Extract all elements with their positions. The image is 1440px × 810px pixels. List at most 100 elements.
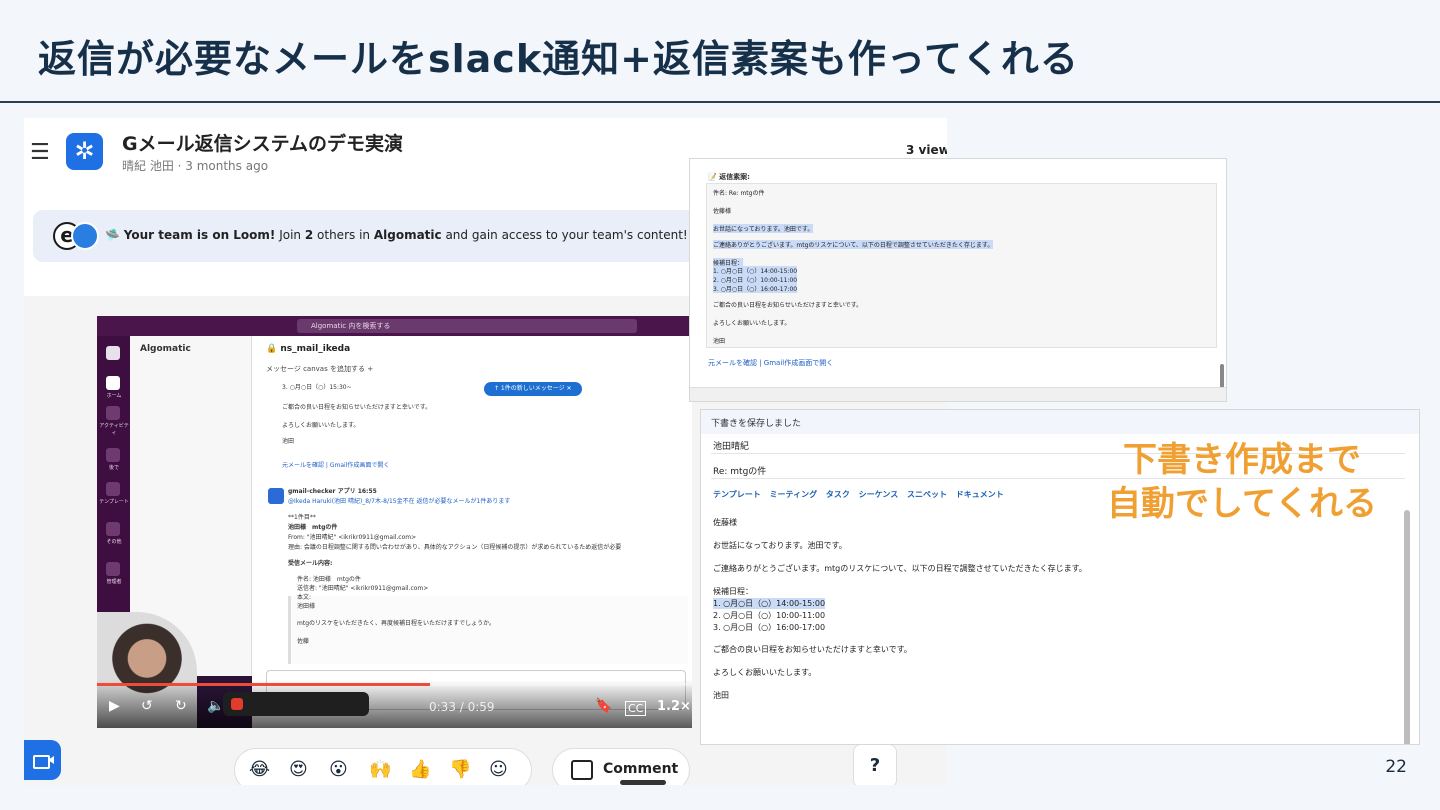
forward-icon[interactable]: ↻ [175, 698, 187, 714]
draft-body-line: 池田 [713, 691, 729, 700]
bot-avatar [268, 488, 284, 504]
rail-label-more: その他 [106, 539, 122, 545]
scrollbar[interactable] [1220, 364, 1224, 388]
help-button[interactable]: ? [853, 744, 897, 785]
quote-line: 件名: 池田様 mtgの件 [297, 576, 361, 583]
draft-body-line: 3. ○月○日（○）16:00-17:00 [713, 623, 826, 632]
draft-line: 件名: Re: mtgの件 [713, 190, 765, 197]
admin-icon [106, 562, 120, 576]
thumbs-down-reaction-icon[interactable]: 👎 [449, 759, 471, 780]
quote-line: 送信者: "池田晴紀" <ikrikr0911@gmail.com> [297, 585, 429, 592]
video-player[interactable]: Algomatic 内を検索する ホーム アクティビティ 後で テンプレート そ… [97, 316, 692, 728]
loom-logo-icon[interactable]: ✲ [66, 133, 103, 170]
draft-line: ご都合の良い日程をお知らせいただけますと幸いです。 [713, 302, 863, 309]
received-mail-quote: 件名: 池田様 mtgの件 送信者: "池田晴紀" <ikrikr0911@gm… [288, 576, 688, 664]
team-avatars: e [53, 222, 103, 250]
menu-icon[interactable]: ☰ [30, 140, 50, 165]
draft-body-line: 2. ○月○日（○）10:00-11:00 [713, 611, 826, 620]
camera-icon[interactable] [24, 740, 61, 780]
draft-line: お世話になっております。池田です。 [713, 224, 814, 233]
draft-body-line: 佐藤様 [713, 518, 737, 527]
rail-label-activity: アクティビティ [99, 423, 129, 436]
message-line: **1件目** [288, 514, 316, 521]
wow-reaction-icon[interactable]: 😮 [329, 759, 348, 780]
recipient-field[interactable]: 池田晴紀 [713, 439, 749, 452]
activity-icon [106, 406, 120, 420]
message-line: よろしくお願いいたします。 [282, 422, 360, 429]
rewind-icon[interactable]: ↺ [141, 698, 153, 714]
drag-handle[interactable] [620, 780, 666, 785]
rail-label-template: テンプレート [99, 499, 129, 505]
draft-line: ご連絡ありがとうございます。mtgのリスケについて、以下の日程で調整させていただ… [713, 240, 994, 249]
bookmark-icon[interactable]: 🔖 [595, 698, 612, 714]
page-number: 22 [1385, 757, 1407, 777]
callout-text: 下書き作成まで 自動でしてくれる [1092, 438, 1392, 526]
banner-text: 🛸 Your team is on Loom! Join 2 others in… [105, 228, 688, 242]
format-toolbar [690, 387, 1226, 401]
laugh-reaction-icon[interactable]: 😂 [249, 759, 270, 780]
heart-eyes-reaction-icon[interactable]: 😍 [289, 759, 308, 780]
reply-draft-link[interactable]: 元メールを確認 | Gmail作成画面で開く [708, 358, 833, 368]
more-icon [106, 522, 120, 536]
raise-hands-reaction-icon[interactable]: 🙌 [369, 759, 391, 780]
play-icon[interactable]: ▶ [109, 698, 120, 714]
mention-line: @Ikeda Haruki(池田 晴紀)_8/7木-8/15金不在 返信が必要な… [288, 498, 511, 505]
draft-line: 2. ○月○日（○）10:00-11:00 [713, 275, 798, 284]
message-link: 元メールを確認 | Gmail作成画面で開く [282, 462, 390, 469]
playback-time: 0:33 / 0:59 [429, 700, 495, 714]
draft-body-line: 候補日程： [713, 587, 753, 596]
mute-icon[interactable]: 🔈 [207, 698, 224, 714]
channel-tabs: メッセージ canvas を追加する + [266, 365, 374, 373]
draft-toolbar[interactable]: テンプレート ミーティング タスク シーケンス スニペット ドキュメント [713, 489, 1004, 500]
message-line: 受信メール内容: [288, 560, 333, 567]
quote-line: mtgのリスケをいただきたく、再度候補日程をいただけますでしょうか。 [297, 620, 495, 627]
message-line: 理由: 会議の日程調整に関する問い合わせがあり、具体的なアクション（日程候補の提… [288, 544, 622, 551]
message-line: 池田様 mtgの件 [288, 524, 338, 531]
quote-line: 本文: [297, 594, 312, 601]
workspace-name: Algomatic [140, 344, 191, 354]
draft-body-line: ご連絡ありがとうございます。mtgのリスケについて、以下の日程で調整させていただ… [713, 564, 1087, 573]
title-divider [0, 101, 1440, 103]
rail-label-later: 後で [108, 465, 119, 471]
slide-title: 返信が必要なメールをslack通知+返信素案も作ってくれる [38, 37, 1079, 81]
recording-toolbar [223, 692, 369, 716]
draft-body-line: お世話になっております。池田です。 [713, 541, 847, 550]
playback-speed[interactable]: 1.2× [657, 699, 691, 714]
comment-icon [571, 760, 593, 780]
reply-draft-box: 件名: Re: mtgの件 佐藤様 お世話になっております。池田です。 ご連絡あ… [706, 183, 1217, 348]
progress-bar[interactable] [97, 683, 692, 686]
subject-field[interactable]: Re: mtgの件 [713, 464, 766, 477]
thumbs-up-reaction-icon[interactable]: 👍 [409, 759, 431, 780]
message-line: From: "池田晴紀" <ikrikr0911@gmail.com> [288, 534, 417, 541]
home-icon [106, 376, 120, 390]
template-icon [106, 482, 120, 496]
captions-icon[interactable]: CC [625, 701, 647, 716]
slack-search-input: Algomatic 内を検索する [297, 319, 637, 333]
slack-topbar: Algomatic 内を検索する [97, 316, 692, 336]
callout-line: 下書き作成まで [1123, 440, 1361, 480]
reply-draft-heading: 📝 返信素案: [708, 173, 750, 181]
quote-line: 佐藤 [297, 638, 310, 645]
bot-name: gmail-checker アプリ 16:55 [288, 488, 377, 495]
user-avatar [71, 222, 99, 250]
draft-body-line: 1. ○月○日（○）14:00-15:00 [713, 598, 826, 609]
rail-label-admin: 管理者 [106, 579, 122, 585]
quote-line: 池田様 [297, 603, 316, 610]
add-reaction-icon[interactable]: ☺ [489, 759, 508, 780]
callout-line: 自動でしてくれる [1107, 484, 1377, 524]
reaction-bar: 😂 😍 😮 🙌 👍 👎 ☺ [234, 748, 532, 785]
comment-label: Comment [603, 761, 679, 777]
draft-body-line: よろしくお願いいたします。 [713, 668, 817, 677]
draft-line: よろしくお願いいたします。 [713, 320, 791, 327]
scrollbar[interactable] [1404, 510, 1410, 744]
view-count[interactable]: 3 views [906, 143, 947, 157]
later-icon [106, 448, 120, 462]
rail-label-home: ホーム [106, 393, 122, 399]
record-stop-icon [231, 698, 243, 710]
reply-draft-panel: 📝 返信素案: 件名: Re: mtgの件 佐藤様 お世話になっております。池田… [689, 158, 1227, 402]
draft-body-line: ご都合の良い日程をお知らせいただけますと幸いです。 [713, 645, 912, 654]
draft-line: 池田 [713, 338, 726, 345]
draft-line: 佐藤様 [713, 208, 732, 215]
video-meta: 晴紀 池田 · 3 months ago [122, 159, 269, 173]
new-message-pill: ↑ 1件の新しいメッセージ ✕ [484, 382, 582, 396]
